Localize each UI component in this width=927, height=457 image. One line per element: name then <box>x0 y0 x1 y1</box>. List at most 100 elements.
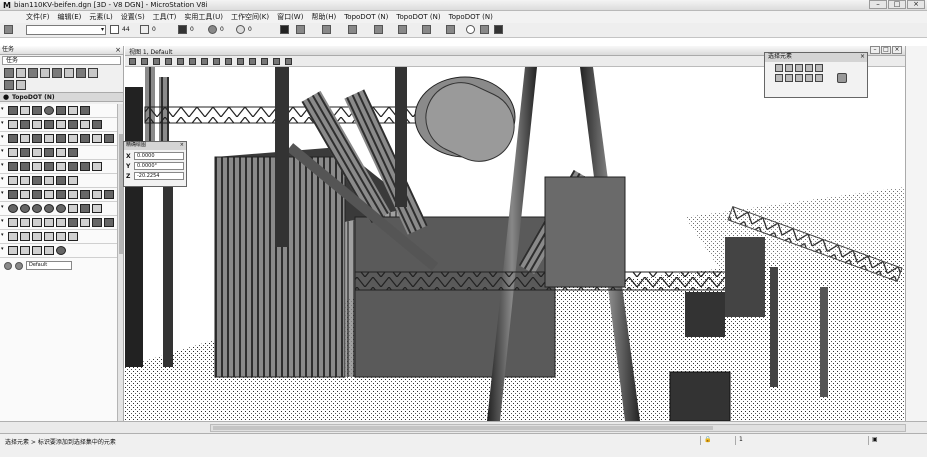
topodot-tool-icon[interactable] <box>20 190 30 199</box>
topodot-tool-icon[interactable] <box>32 148 42 157</box>
menu-window[interactable]: 窗口(W) <box>277 12 303 22</box>
zoom-in-icon[interactable] <box>165 58 172 65</box>
topodot-tool-icon[interactable] <box>20 148 30 157</box>
topodot-tool-icon[interactable] <box>80 134 90 143</box>
topodot-tool-icon[interactable] <box>20 176 30 185</box>
line-tool-icon[interactable] <box>8 232 18 241</box>
topodot-tool-icon[interactable] <box>56 120 66 129</box>
topodot-tool-icon[interactable] <box>44 190 54 199</box>
arc-tool-icon[interactable] <box>20 246 30 255</box>
topodot-tool-icon[interactable] <box>80 106 90 115</box>
topodot-tool-icon[interactable] <box>56 190 66 199</box>
info-icon[interactable] <box>466 25 475 35</box>
menu-help[interactable]: 帮助(H) <box>311 12 336 22</box>
rotate-icon[interactable] <box>64 68 74 78</box>
y-value-field[interactable]: 0.0000° <box>134 162 184 170</box>
minimize-button[interactable]: – <box>869 0 887 9</box>
arc-tool-icon[interactable] <box>32 246 42 255</box>
topodot-tool-icon[interactable] <box>44 106 54 115</box>
close-icon[interactable]: × <box>860 53 865 61</box>
model-combo[interactable]: Default <box>26 261 72 270</box>
close-button[interactable]: × <box>907 0 925 9</box>
topodot-tool-icon[interactable] <box>8 148 18 157</box>
fence-icon[interactable] <box>296 25 305 35</box>
topodot-tool-icon[interactable] <box>104 190 114 199</box>
element-select-icon[interactable] <box>4 68 14 78</box>
menu-settings[interactable]: 设置(S) <box>121 12 145 22</box>
topodot-tool-icon[interactable] <box>8 176 18 185</box>
select-all-icon[interactable] <box>837 73 847 83</box>
transparency-icon[interactable] <box>208 25 217 35</box>
topodot-tool-icon[interactable] <box>32 134 42 143</box>
topodot-tool-icon[interactable] <box>92 134 102 143</box>
topodot-tool-icon[interactable] <box>8 134 18 143</box>
topodot-tool-icon[interactable] <box>20 162 30 171</box>
topodot-tool-icon[interactable] <box>20 120 30 129</box>
cells-icon[interactable] <box>480 25 489 35</box>
topodot-tool-icon[interactable] <box>32 120 42 129</box>
line-select-icon[interactable] <box>805 64 813 72</box>
topodot-tool-icon[interactable] <box>8 190 18 199</box>
close-icon[interactable]: × <box>180 142 184 149</box>
topodot-tool-icon[interactable] <box>92 218 102 227</box>
view-1-viewport[interactable] <box>125 67 905 421</box>
annotate-icon[interactable] <box>446 25 455 35</box>
topodot-tool-icon[interactable] <box>68 218 78 227</box>
curve-tool-icon[interactable] <box>44 218 54 227</box>
circle-select-icon[interactable] <box>815 64 823 72</box>
topodot-tool-icon[interactable] <box>92 204 102 213</box>
sphere-tool-icon[interactable] <box>32 204 42 213</box>
task-combo[interactable]: 任务 <box>2 56 121 65</box>
active-level-icon[interactable] <box>4 25 13 35</box>
line-tool-icon[interactable] <box>44 232 54 241</box>
topodot-tool-icon[interactable] <box>68 204 78 213</box>
topodot-tool-icon[interactable] <box>56 148 66 157</box>
group-icon[interactable] <box>398 25 407 35</box>
topodot-tool-icon[interactable] <box>80 190 90 199</box>
menu-topodot-1[interactable]: TopoDOT (N) <box>344 13 388 21</box>
block-select-icon[interactable] <box>785 64 793 72</box>
topodot-tool-icon[interactable] <box>80 204 90 213</box>
move-icon[interactable] <box>52 68 62 78</box>
view-previous-icon[interactable] <box>237 58 244 65</box>
zoom-out-icon[interactable] <box>177 58 184 65</box>
topodot-tool-icon[interactable] <box>68 120 78 129</box>
topodot-tool-icon[interactable] <box>20 106 30 115</box>
topodot-tool-icon[interactable] <box>44 148 54 157</box>
subtract-mode-icon[interactable] <box>795 74 803 82</box>
view-close-button[interactable]: × <box>892 46 902 54</box>
rendering-icon[interactable] <box>285 58 292 65</box>
topodot-tool-icon[interactable] <box>68 148 78 157</box>
invert-mode-icon[interactable] <box>805 74 813 82</box>
topodot-tool-icon[interactable] <box>68 134 78 143</box>
scale-icon[interactable] <box>76 68 86 78</box>
line-style-icon[interactable] <box>140 25 149 35</box>
update-view-icon[interactable] <box>153 58 160 65</box>
topodot-tool-icon[interactable] <box>44 120 54 129</box>
clear-mode-icon[interactable] <box>815 74 823 82</box>
line-tool-icon[interactable] <box>20 232 30 241</box>
manipulate-icon[interactable] <box>322 25 331 35</box>
sphere-tool-icon[interactable] <box>44 204 54 213</box>
sphere-tool-icon[interactable] <box>8 204 18 213</box>
microstation-icon[interactable]: M <box>3 1 11 10</box>
sphere-tool-icon[interactable] <box>56 204 66 213</box>
topodot-toolbox-header[interactable]: TopoDOT (N) <box>0 92 123 102</box>
curve-tool-icon[interactable] <box>8 218 18 227</box>
clip-volume-icon[interactable] <box>261 58 268 65</box>
place-line-icon[interactable] <box>16 68 26 78</box>
camera-icon[interactable] <box>273 58 280 65</box>
topodot-tool-icon[interactable] <box>104 218 114 227</box>
priority-icon[interactable] <box>236 25 245 35</box>
place-shape-icon[interactable] <box>28 68 38 78</box>
topodot-tool-icon[interactable] <box>32 176 42 185</box>
menu-workspace[interactable]: 工作空间(K) <box>231 12 269 22</box>
menu-element[interactable]: 元素(L) <box>89 12 112 22</box>
topodot-tool-icon[interactable] <box>8 106 18 115</box>
topodot-tool-icon[interactable] <box>56 106 66 115</box>
scrollbar-thumb[interactable] <box>213 426 713 430</box>
topodot-tool-icon[interactable] <box>44 176 54 185</box>
sphere-tool-icon[interactable] <box>20 204 30 213</box>
color-swatch-icon[interactable] <box>110 25 119 35</box>
mirror-icon[interactable] <box>88 68 98 78</box>
